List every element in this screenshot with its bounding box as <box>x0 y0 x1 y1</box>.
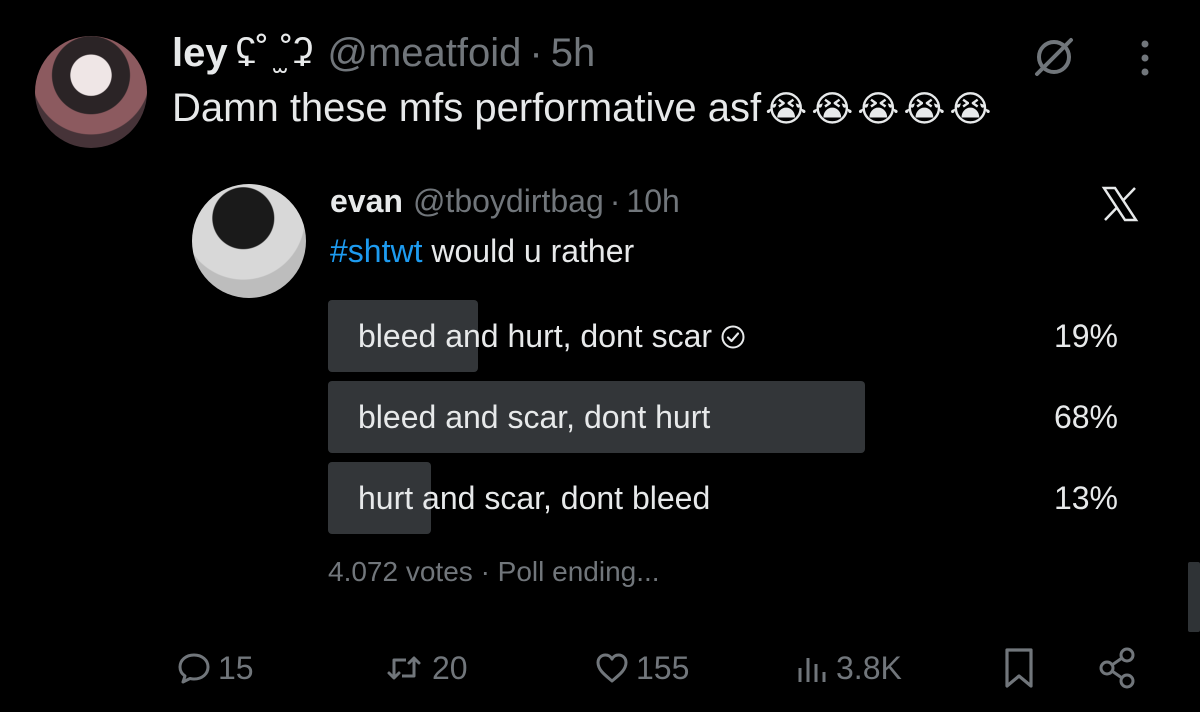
reply-button[interactable]: 15 <box>176 640 254 696</box>
like-count: 155 <box>636 649 690 686</box>
crying-emoji: 😭 <box>765 89 808 130</box>
author-name-kaomoji: ʢ˚ ̫˚ʡ <box>235 31 314 75</box>
views-icon <box>798 658 826 682</box>
tweet-text: Damn these mfs performative asf 😭 😭 😭 😭 😭 <box>172 86 992 131</box>
poll-option[interactable]: hurt and scar, dont bleed 13% <box>328 462 1118 534</box>
reply-icon <box>178 653 210 684</box>
bookmark-icon[interactable] <box>1000 646 1038 690</box>
header-separator: · <box>529 31 543 75</box>
scrollbar-thumb[interactable] <box>1188 562 1200 632</box>
quoted-timestamp[interactable]: 10h <box>626 183 679 220</box>
poll-option[interactable]: bleed and scar, dont hurt 68% <box>328 381 1118 453</box>
author-avatar[interactable] <box>35 36 147 148</box>
quoted-text: #shtwt would u rather <box>330 233 634 270</box>
share-icon[interactable] <box>1098 646 1138 690</box>
author-display-name[interactable]: ley <box>172 31 228 76</box>
x-logo-icon <box>1101 186 1139 222</box>
hashtag-link[interactable]: #shtwt <box>330 233 422 269</box>
tweet-text-body: Damn these mfs performative asf <box>172 86 762 130</box>
quoted-handle[interactable]: @tboydirtbag <box>413 183 604 220</box>
like-button[interactable]: 155 <box>594 640 689 696</box>
check-circle-icon <box>721 325 745 349</box>
poll-option-percent: 68% <box>1053 399 1118 435</box>
crying-emoji: 😭 <box>949 89 992 130</box>
poll-option[interactable]: bleed and hurt, dont scar 19% <box>328 300 1118 372</box>
poll-votes: 4.072 votes <box>328 556 473 587</box>
grok-icon[interactable] <box>1031 34 1077 80</box>
poll-meta: 4.072 votes · Poll ending... <box>328 556 660 588</box>
poll-option-label: hurt and scar, dont bleed <box>358 480 711 516</box>
quoted-display-name[interactable]: evan <box>330 183 403 220</box>
crying-emoji: 😭 <box>857 89 900 130</box>
tweet-header: ley ʢ˚ ̫˚ʡ @meatfoid · 5h <box>172 31 595 77</box>
poll-meta-separator: · <box>480 556 490 587</box>
retweet-button[interactable]: 20 <box>382 640 468 696</box>
retweet-icon <box>387 656 421 680</box>
poll: bleed and hurt, dont scar 19% bleed and … <box>328 300 1118 543</box>
author-handle[interactable]: @meatfoid <box>327 31 521 76</box>
poll-status: Poll ending... <box>497 556 660 587</box>
crying-emoji: 😭 <box>903 89 946 130</box>
quoted-text-body: would u rather <box>422 233 635 269</box>
crying-emoji: 😭 <box>811 89 854 130</box>
quoted-author-avatar[interactable] <box>192 184 306 298</box>
poll-option-percent: 13% <box>1053 480 1118 516</box>
quoted-header-separator: · <box>609 183 621 219</box>
views-button[interactable]: 3.8K <box>794 640 902 696</box>
more-icon[interactable] <box>1134 36 1156 80</box>
views-count: 3.8K <box>836 649 902 686</box>
reply-count: 15 <box>218 649 254 686</box>
tweet-timestamp[interactable]: 5h <box>551 31 596 76</box>
poll-option-label: bleed and scar, dont hurt <box>358 399 711 435</box>
poll-option-label: bleed and hurt, dont scar <box>358 300 746 372</box>
like-icon <box>596 653 628 683</box>
poll-option-percent: 19% <box>1053 318 1118 354</box>
quoted-header: evan @tboydirtbag · 10h <box>330 183 680 223</box>
retweet-count: 20 <box>432 649 468 686</box>
